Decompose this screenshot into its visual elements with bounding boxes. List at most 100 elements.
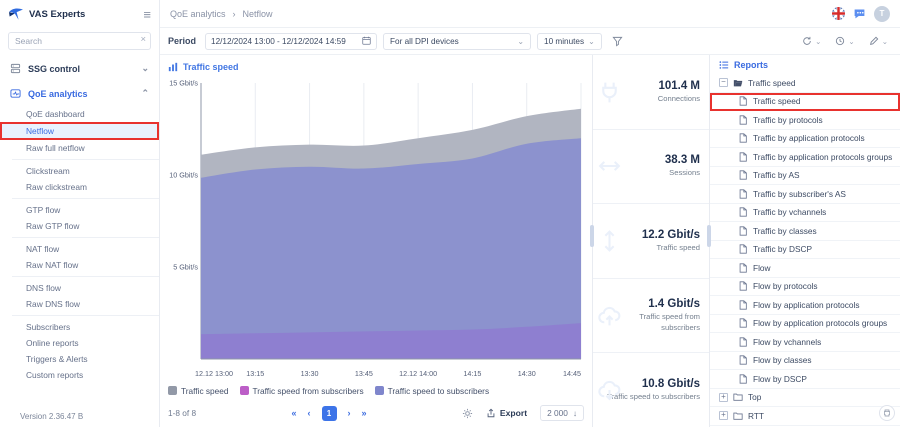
- tree-item[interactable]: Traffic by application protocols groups: [710, 148, 900, 167]
- export-label: Export: [500, 408, 527, 418]
- tree-item[interactable]: Flow by protocols: [710, 278, 900, 297]
- edit-dropdown-button[interactable]: ⌄: [869, 36, 888, 46]
- tree-item[interactable]: Flow by vchannels: [710, 333, 900, 352]
- sidebar-item[interactable]: Raw NAT flow: [0, 257, 159, 273]
- last-page-button[interactable]: »: [362, 408, 367, 418]
- page-size-select[interactable]: 2 000 ↓: [540, 405, 584, 421]
- sidebar-item[interactable]: Triggers & Alerts: [0, 351, 159, 367]
- stat-icon: [597, 154, 622, 179]
- svg-text:5 Gbit/s: 5 Gbit/s: [173, 263, 198, 272]
- user-avatar[interactable]: T: [874, 6, 890, 22]
- sidebar-item[interactable]: Raw full netflow: [0, 140, 159, 156]
- tree-item-label: Top: [748, 392, 761, 402]
- database-icon: [10, 63, 21, 74]
- tree-item[interactable]: + Top: [710, 389, 900, 408]
- export-button[interactable]: Export: [486, 408, 527, 418]
- language-flag-icon[interactable]: [832, 7, 845, 20]
- tree-expander-icon[interactable]: +: [719, 393, 728, 402]
- sidebar: VAS Experts ≡ × SSG control ⌄ QoE analyt…: [0, 0, 160, 427]
- svg-text:10 Gbit/s: 10 Gbit/s: [169, 171, 198, 180]
- support-chat-icon[interactable]: [853, 7, 866, 20]
- sidebar-item[interactable]: DNS flow: [0, 280, 159, 296]
- sidebar-section-label: SSG control: [28, 64, 80, 74]
- legend-swatch: [168, 386, 177, 395]
- tree-expander-icon[interactable]: +: [719, 411, 728, 420]
- reports-header[interactable]: Reports: [710, 55, 900, 74]
- file-icon: [738, 374, 748, 384]
- tree-item[interactable]: Traffic speed: [710, 93, 900, 112]
- sidebar-item[interactable]: GTP flow: [0, 202, 159, 218]
- tree-item[interactable]: Traffic by classes: [710, 222, 900, 241]
- sidebar-item[interactable]: Raw clickstream: [0, 179, 159, 195]
- tree-item[interactable]: Flow: [710, 259, 900, 278]
- sidebar-item-qoe-analytics[interactable]: QoE analytics ⌃: [0, 81, 159, 106]
- search-input[interactable]: [8, 32, 151, 50]
- tree-item[interactable]: Traffic by vchannels: [710, 204, 900, 223]
- settings-gear-icon[interactable]: [462, 408, 473, 419]
- tree-item-label: Traffic by application protocols: [753, 133, 865, 143]
- tree-item[interactable]: − Traffic speed: [710, 74, 900, 93]
- sidebar-item-ssg-control[interactable]: SSG control ⌄: [0, 56, 159, 81]
- logo-swallow-icon: [8, 7, 24, 21]
- tree-item-label: Traffic by protocols: [753, 115, 823, 125]
- filter-icon[interactable]: [612, 36, 623, 47]
- breadcrumb-parent[interactable]: QoE analytics: [170, 9, 226, 19]
- panel-splitter-handle[interactable]: [590, 225, 594, 247]
- tree-item[interactable]: Traffic by subscriber's AS: [710, 185, 900, 204]
- auto-update-dropdown-button[interactable]: ⌄: [835, 36, 854, 46]
- tree-expander-icon[interactable]: −: [719, 78, 728, 87]
- sidebar-item[interactable]: Raw DNS flow: [0, 296, 159, 312]
- view-controls: ⌄ ⌄ ⌄: [802, 36, 892, 46]
- legend-item[interactable]: Traffic speed from subscribers: [240, 386, 364, 396]
- sidebar-item-label: Online reports: [26, 338, 79, 348]
- sidebar-item[interactable]: Raw GTP flow: [0, 218, 159, 234]
- refresh-dropdown-button[interactable]: ⌄: [802, 36, 821, 46]
- menu-toggle-icon[interactable]: ≡: [143, 8, 151, 21]
- legend-item[interactable]: Traffic speed to subscribers: [375, 386, 489, 396]
- tree-item-label: Traffic by DSCP: [753, 244, 812, 254]
- legend-item[interactable]: Traffic speed: [168, 386, 229, 396]
- dpi-devices-select[interactable]: For all DPI devices ⌄: [383, 33, 531, 50]
- sidebar-item-label: NAT flow: [26, 244, 59, 254]
- legend-label: Traffic speed: [181, 386, 229, 396]
- legend-label: Traffic speed to subscribers: [388, 386, 489, 396]
- sidebar-item[interactable]: Netflow: [0, 122, 159, 140]
- pencil-icon: [869, 36, 879, 46]
- tree-item[interactable]: Flow by classes: [710, 352, 900, 371]
- interval-select[interactable]: 10 minutes ⌄: [537, 33, 602, 50]
- sidebar-item[interactable]: Subscribers: [0, 319, 159, 335]
- sidebar-item-label: Raw clickstream: [26, 182, 87, 192]
- next-page-button[interactable]: ›: [348, 408, 351, 418]
- tree-item[interactable]: Traffic by protocols: [710, 111, 900, 130]
- current-page-button[interactable]: 1: [322, 406, 337, 421]
- panel-splitter-handle[interactable]: [707, 225, 711, 247]
- sidebar-item-label: Clickstream: [26, 166, 70, 176]
- period-range-input[interactable]: 12/12/2024 13:00 - 12/12/2024 14:59: [205, 33, 377, 50]
- sidebar-item[interactable]: NAT flow: [0, 241, 159, 257]
- tree-item[interactable]: Traffic by DSCP: [710, 241, 900, 260]
- period-range-value: 12/12/2024 13:00 - 12/12/2024 14:59: [211, 37, 358, 46]
- chevron-down-icon: ⌄: [141, 63, 149, 74]
- chart-legend: Traffic speed Traffic speed from subscri…: [168, 383, 584, 398]
- sidebar-item-label: Raw GTP flow: [26, 221, 79, 231]
- svg-text:13:15: 13:15: [246, 369, 264, 378]
- tree-item[interactable]: Flow by application protocols: [710, 296, 900, 315]
- stat-card: 101.4 M Connections: [593, 55, 709, 130]
- tree-item[interactable]: + RTT: [710, 407, 900, 426]
- prev-page-button[interactable]: ‹: [308, 408, 311, 418]
- logo: VAS Experts: [8, 7, 85, 21]
- sidebar-item-label: Triggers & Alerts: [26, 354, 88, 364]
- tree-item[interactable]: Traffic by application protocols: [710, 130, 900, 149]
- tree-item[interactable]: Flow by DSCP: [710, 370, 900, 389]
- tree-item[interactable]: Flow by application protocols groups: [710, 315, 900, 334]
- sidebar-item[interactable]: Custom reports: [0, 367, 159, 383]
- first-page-button[interactable]: «: [291, 408, 296, 418]
- tree-item[interactable]: Traffic by AS: [710, 167, 900, 186]
- tree-item-label: Traffic by classes: [753, 226, 817, 236]
- print-button[interactable]: [879, 405, 895, 421]
- clear-search-icon[interactable]: ×: [140, 34, 146, 45]
- sidebar-item[interactable]: Clickstream: [0, 163, 159, 179]
- sidebar-group-divider: [12, 198, 159, 199]
- sidebar-item[interactable]: Online reports: [0, 335, 159, 351]
- sidebar-item[interactable]: QoE dashboard: [0, 106, 159, 122]
